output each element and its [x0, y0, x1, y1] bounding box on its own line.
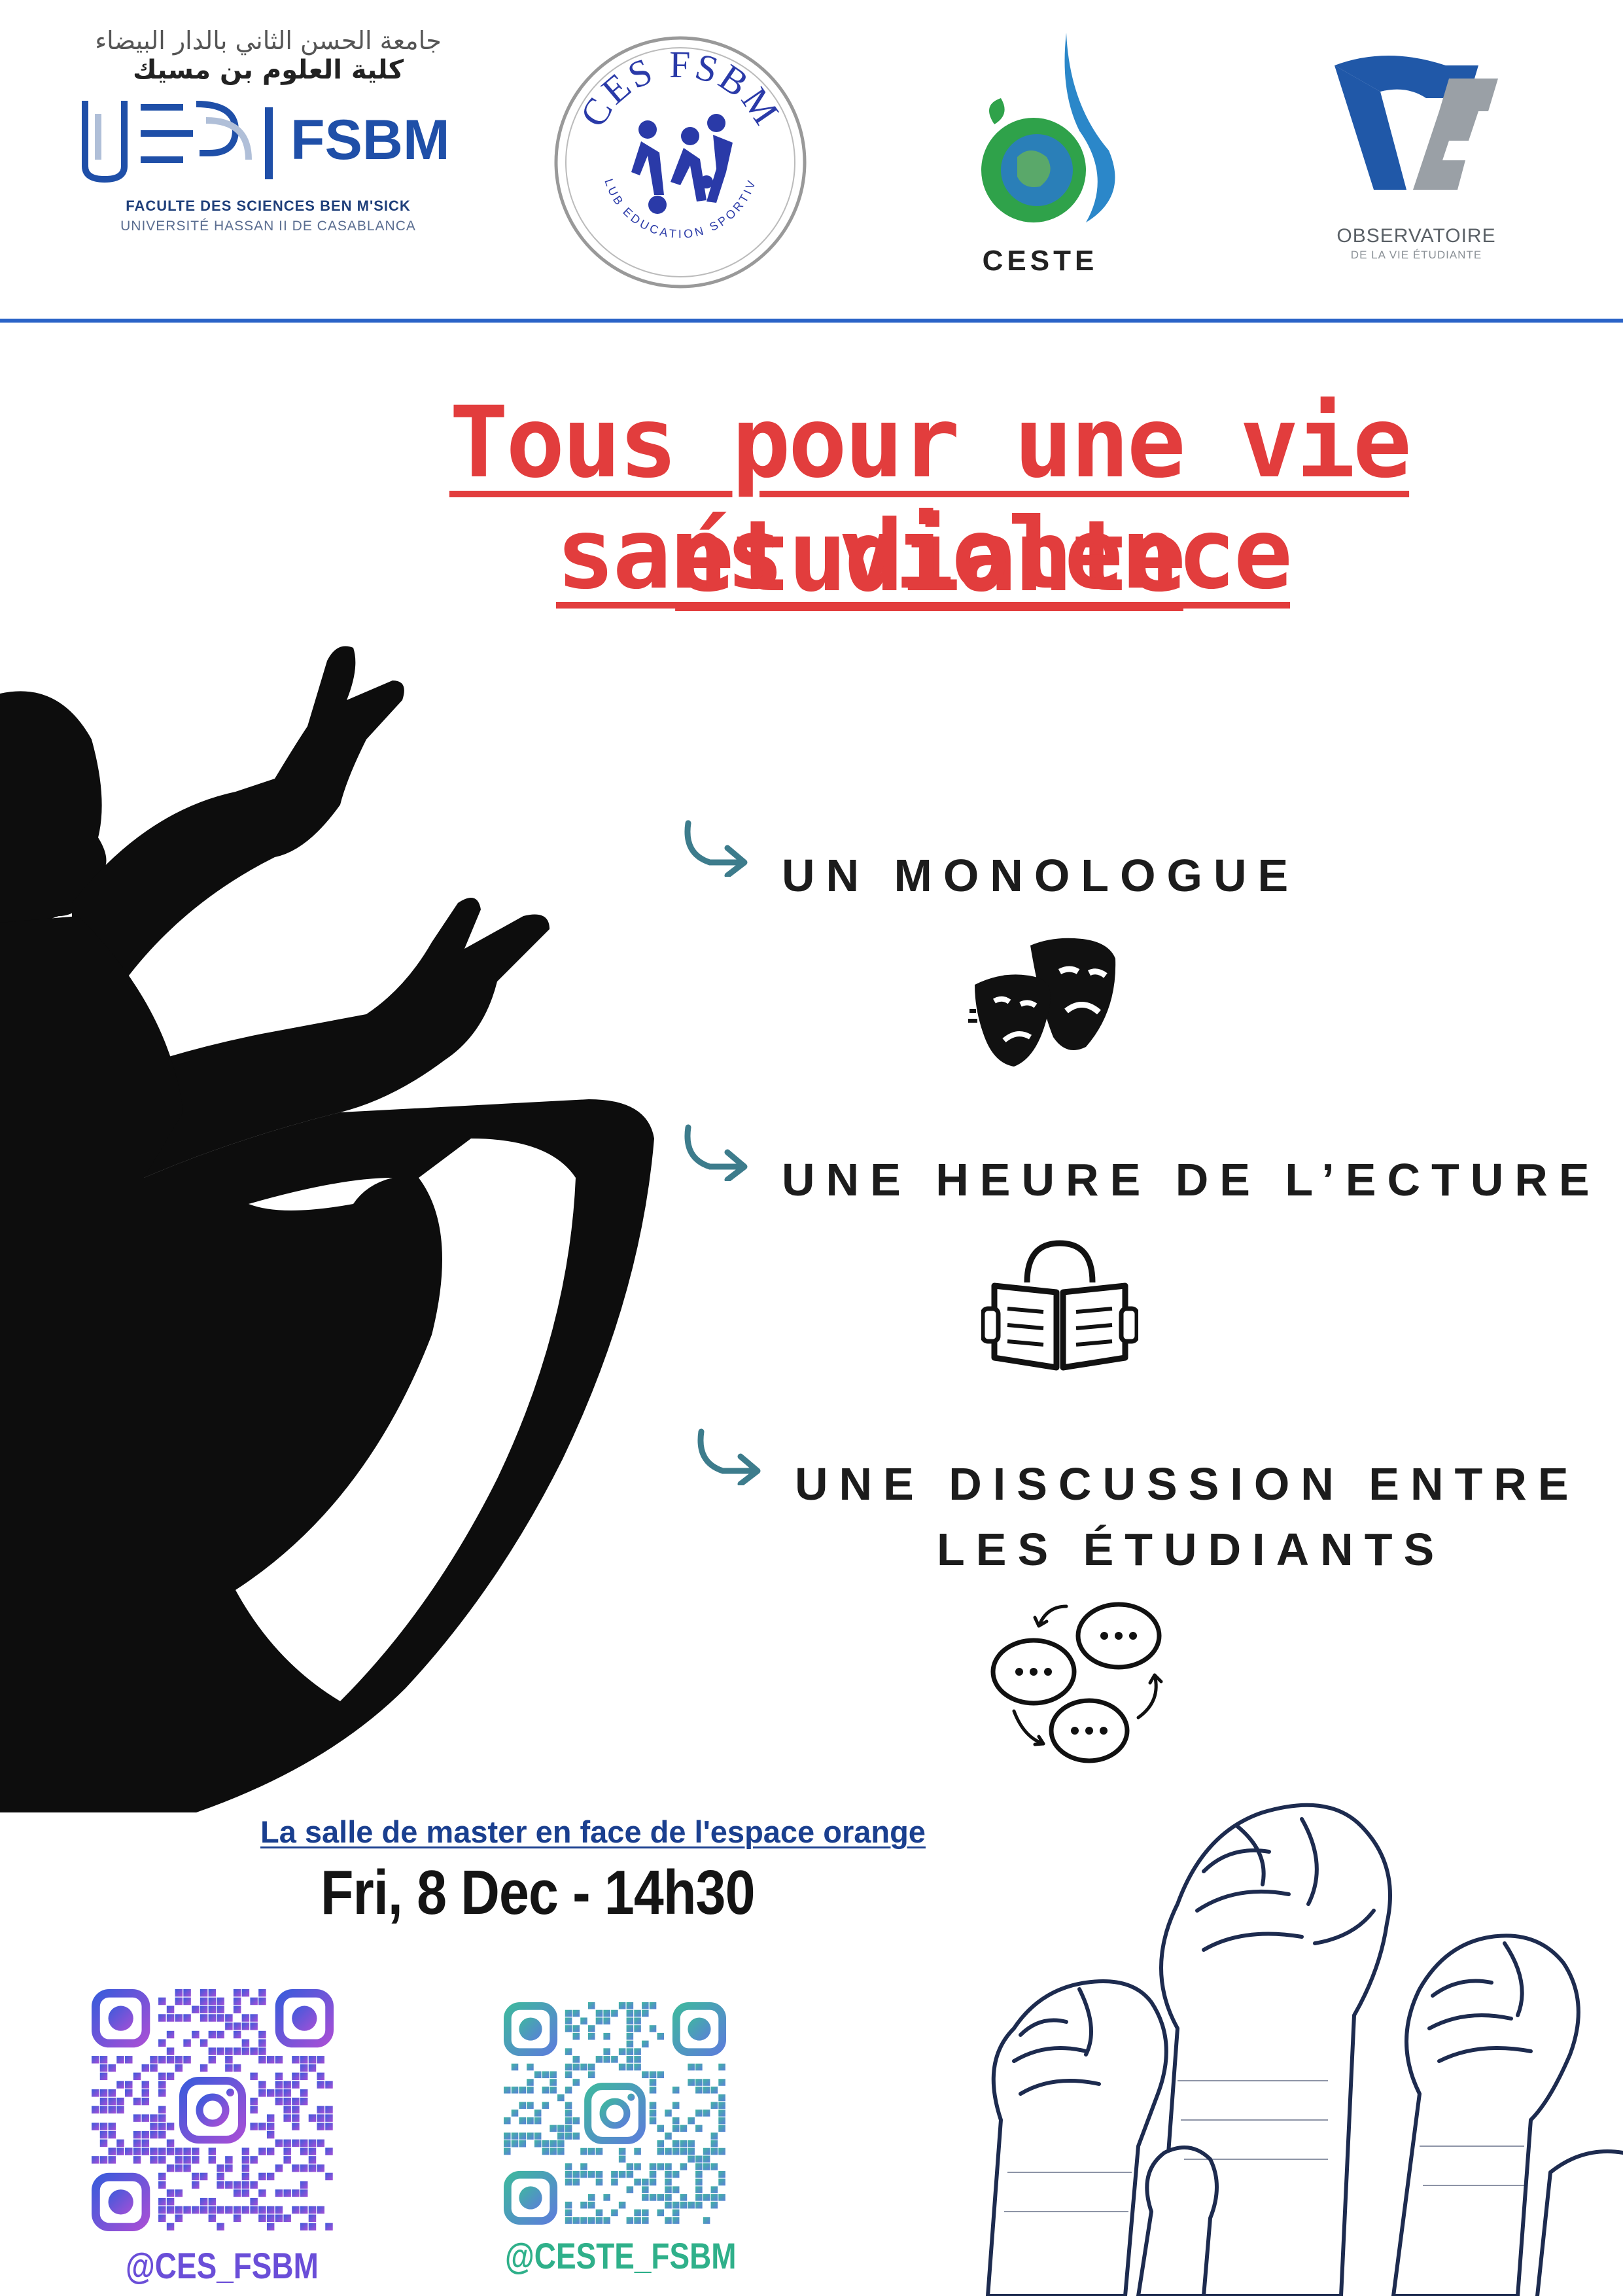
ceste-name: CESTE: [982, 245, 1098, 277]
ceste-logo: CESTE: [955, 26, 1125, 281]
activity-label: UNE HEURE DE L’ECTURE: [782, 1154, 1601, 1205]
raised-fists-illustration: [986, 1803, 1623, 2296]
observatoire-logo: OBSERVATOIRE DE LA VIE ÉTUDIANTE: [1308, 26, 1524, 281]
instagram-qr-code-ceste[interactable]: [504, 1996, 726, 2231]
fsbm-acronym: FSBM: [290, 108, 450, 171]
university-name: UNIVERSITÉ HASSAN II DE CASABLANCA: [120, 219, 416, 234]
instagram-icon: [584, 2083, 646, 2144]
activity-label-line1: UNE DISCUSSION ENTRE: [795, 1458, 1580, 1510]
ove-emblem-icon: [1335, 56, 1498, 190]
curved-arrow-icon: [684, 1124, 748, 1183]
silhouette-illustration: [0, 646, 654, 1812]
instagram-handle-ces[interactable]: @CES_FSBM: [126, 2244, 319, 2287]
activity-monologue: UN MONOLOGUE: [680, 818, 1288, 901]
curved-arrow-icon: [697, 1428, 761, 1487]
chat-bubbles-icon: [990, 1602, 1163, 1763]
reading-book-icon: [981, 1240, 1138, 1371]
header-divider: [0, 319, 1623, 323]
fsbm-arabic-line2: كلية العلوم بن مسيك: [132, 55, 404, 85]
faculty-name: FACULTE DES SCIENCES BEN M'SICK: [126, 198, 411, 214]
activity-label: UN MONOLOGUE: [782, 850, 1300, 901]
activity-label-line2: LES ÉTUDIANTS: [937, 1524, 1446, 1575]
ces-fsbm-logo: CES FSBM CLUB EDUCATION SPORTIVE: [544, 21, 811, 293]
fsbm-logo: جامعة الحسن الثاني بالدار البيضاء كلية ا…: [79, 26, 458, 275]
uh2c-emblem-icon: [82, 101, 273, 183]
instagram-qr-code-ces[interactable]: [92, 1989, 334, 2231]
observatoire-line1: OBSERVATOIRE: [1336, 225, 1496, 247]
instagram-handle-ceste[interactable]: @CESTE_FSBM: [505, 2234, 737, 2277]
event-datetime: Fri, 8 Dec - 14h30: [321, 1858, 756, 1928]
activity-discussion: UNE DISCUSSION ENTRE: [693, 1426, 1569, 1510]
ceste-emblem-icon: [981, 33, 1115, 222]
instagram-icon: [179, 2077, 246, 2144]
observatoire-line2: DE LA VIE ÉTUDIANTE: [1350, 249, 1482, 261]
title-line2: sans violence: [556, 497, 1293, 611]
ces-fsbm-emblem-icon: CES FSBM CLUB EDUCATION SPORTIVE: [544, 21, 807, 289]
event-venue: La salle de master en face de l'espace o…: [260, 1814, 926, 1849]
activity-reading: UNE HEURE DE L’ECTURE: [680, 1122, 1590, 1205]
theater-masks-icon: [968, 938, 1116, 1067]
fsbm-arabic-line1: جامعة الحسن الثاني بالدار البيضاء: [95, 26, 442, 55]
curved-arrow-icon: [684, 820, 748, 879]
